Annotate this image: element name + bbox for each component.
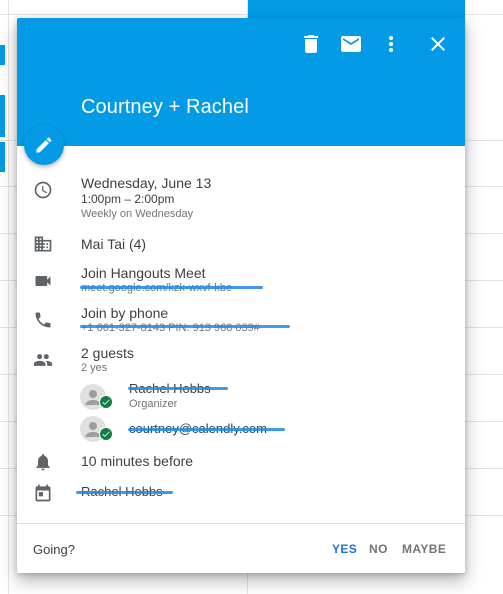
pencil-icon [36, 137, 52, 153]
email-icon[interactable] [339, 32, 363, 56]
footer-divider [17, 523, 465, 524]
rsvp-no-button[interactable]: NO [369, 542, 388, 556]
bell-icon [33, 452, 53, 472]
redaction-mark [128, 387, 228, 390]
guest-role: Organizer [129, 398, 178, 410]
redaction-mark [76, 491, 173, 494]
redaction-mark [80, 286, 263, 289]
video-camera-icon [33, 271, 53, 291]
popup-header: Courtney + Rachel [17, 18, 465, 146]
guests-count: 2 guests [81, 345, 134, 361]
reminder-text: 10 minutes before [81, 453, 194, 469]
accepted-check-icon [99, 427, 113, 441]
redaction-mark [80, 325, 290, 328]
people-icon [33, 350, 53, 370]
event-room: Mai Tai (4) [81, 236, 147, 252]
delete-icon[interactable] [299, 32, 323, 56]
close-icon[interactable] [426, 32, 450, 56]
accepted-check-icon [99, 395, 113, 409]
join-by-phone-link[interactable]: Join by phone [81, 305, 168, 321]
going-label: Going? [33, 542, 75, 557]
edit-event-button[interactable] [24, 125, 64, 165]
phone-number[interactable]: +1 661-327-8143 PIN: 913 968 039# [81, 322, 260, 334]
event-details-popup: Courtney + Rachel Wednesday, June 13 1:0… [17, 18, 465, 573]
event-recurrence: Weekly on Wednesday [81, 208, 194, 220]
redaction-mark [128, 428, 285, 431]
phone-icon [33, 310, 53, 330]
building-icon [33, 234, 53, 254]
calendar-event-chip[interactable] [0, 95, 5, 137]
join-hangouts-link[interactable]: Join Hangouts Meet [81, 265, 206, 281]
event-date: Wednesday, June 13 [81, 175, 212, 191]
rsvp-yes-button[interactable]: YES [332, 542, 357, 556]
calendar-event-chip[interactable] [0, 142, 5, 172]
guests-summary: 2 yes [81, 362, 108, 374]
more-vert-icon[interactable] [379, 32, 403, 56]
calendar-event-chip[interactable] [0, 45, 5, 65]
clock-icon [33, 180, 53, 200]
calendar-icon [33, 483, 53, 503]
event-title: Courtney + Rachel [81, 96, 249, 118]
grid-line [8, 0, 9, 594]
rsvp-maybe-button[interactable]: MAYBE [402, 542, 446, 556]
event-time: 1:00pm – 2:00pm [81, 192, 175, 206]
